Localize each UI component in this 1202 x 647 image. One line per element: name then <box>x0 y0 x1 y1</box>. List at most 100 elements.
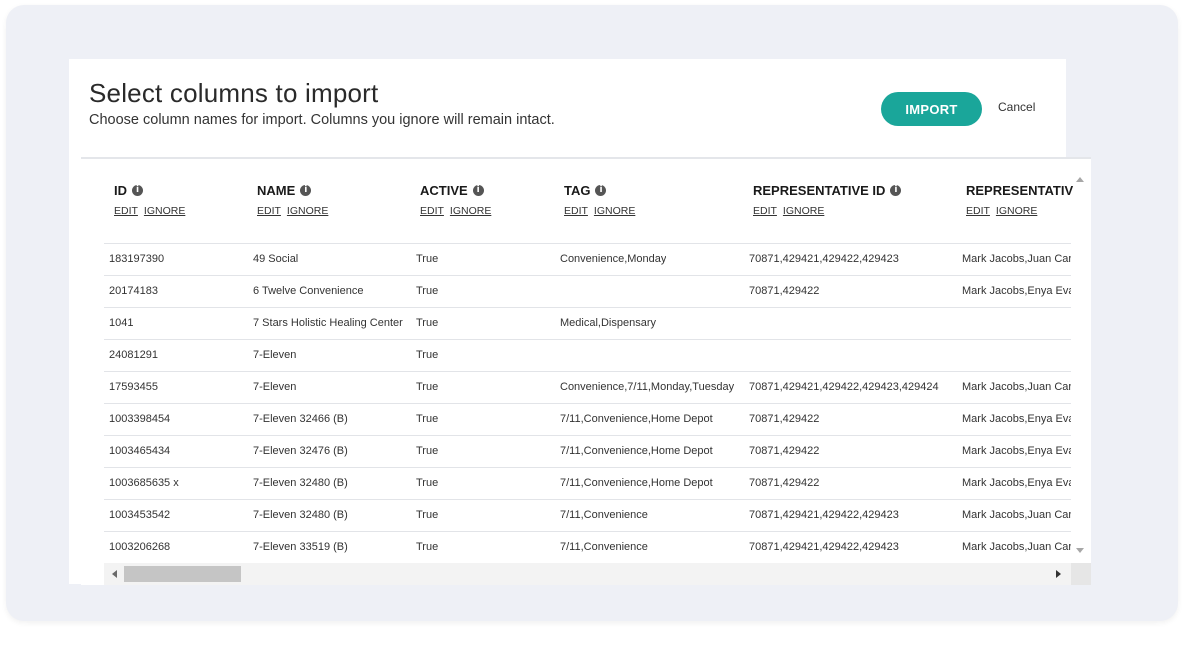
column-header-title: ACTIVE i <box>420 181 497 199</box>
table-cell: 70871,429421,429422,429423 <box>749 541 899 553</box>
table-cell: True <box>416 445 439 457</box>
table-cell: 17593455 <box>109 381 158 393</box>
table-row: 1003465434 7-Eleven 32476 (B) True 7/11,Con… <box>104 435 1071 467</box>
column-header-title: NAME i <box>257 181 334 199</box>
table-cell: 49 Social <box>253 253 299 265</box>
table-row: 1003206268 7-Eleven 33519 (B) True 7/11,Con… <box>104 531 1071 563</box>
column-header-label: ACTIVE <box>420 182 468 198</box>
column-header-title: TAG i <box>564 181 641 199</box>
edit-link[interactable]: EDIT <box>420 205 444 217</box>
column-actions: EDIT IGNORE <box>257 205 334 217</box>
table-cell: 70871,429422 <box>749 413 820 425</box>
column-header-label: TAG <box>564 182 591 198</box>
table-cell: 7/11,Convenience <box>560 509 648 521</box>
table-cell: True <box>416 381 439 393</box>
table-row: 1003453542 7-Eleven 32480 (B) True 7/11,Con… <box>104 499 1071 531</box>
table-cell: True <box>416 541 439 553</box>
import-button[interactable]: IMPORT <box>881 92 982 126</box>
info-icon[interactable]: i <box>890 184 902 196</box>
table-cell: True <box>416 253 439 265</box>
column-header: NAME i EDIT IGNORE <box>257 181 334 218</box>
ignore-link[interactable]: IGNORE <box>287 205 328 217</box>
info-icon[interactable]: i <box>300 184 312 196</box>
table-cell: 7-Eleven 32476 (B) <box>253 445 348 457</box>
horizontal-scrollbar[interactable] <box>104 563 1071 585</box>
table-cell: Mark Jacobs,Enya Eva <box>962 477 1071 489</box>
table-cell: 7-Eleven 32480 (B) <box>253 477 348 489</box>
table-cell: 7/11,Convenience,Home Depot <box>560 445 713 457</box>
column-header-title: REPRESENTATIV <box>966 181 1073 199</box>
table-cell: Mark Jacobs,Enya Eva <box>962 445 1071 457</box>
column-actions: EDIT IGNORE <box>114 205 191 217</box>
table-cell: 7-Eleven 33519 (B) <box>253 541 348 553</box>
column-header: REPRESENTATIVE ID i EDIT IGNORE <box>753 181 902 217</box>
table-cell: True <box>416 509 439 521</box>
scroll-right-icon[interactable] <box>1056 570 1061 578</box>
column-header-label: REPRESENTATIVE ID <box>753 182 886 198</box>
horizontal-scroll-thumb[interactable] <box>124 566 241 582</box>
column-actions: EDIT IGNORE <box>420 205 497 217</box>
ignore-link[interactable]: IGNORE <box>783 205 824 217</box>
edit-link[interactable]: EDIT <box>966 205 990 217</box>
table-cell: 1003685635 x <box>109 477 179 489</box>
cancel-link[interactable]: Cancel <box>998 100 1035 114</box>
info-icon[interactable]: i <box>132 184 143 196</box>
info-icon[interactable]: i <box>472 184 484 196</box>
table-cell: 1003206268 <box>109 541 171 553</box>
ignore-link[interactable]: IGNORE <box>144 205 185 217</box>
table-cell: 7-Eleven 32480 (B) <box>253 509 348 521</box>
vertical-scrollbar[interactable] <box>1071 171 1091 563</box>
table-cell: 7/11,Convenience,Home Depot <box>560 413 713 425</box>
column-actions: EDIT IGNORE <box>564 205 641 217</box>
table-cell: True <box>416 349 439 361</box>
table-row: 17593455 7-Eleven True Convenience,7/11,Mon… <box>104 371 1071 403</box>
table-row: 20174183 6 Twelve Convenience True 70871,42… <box>104 275 1071 307</box>
columns-table: ID i EDIT IGNORE NAME i EDIT IGNORE ACTIVE i EDIT I… <box>81 159 1091 585</box>
table-cell: True <box>416 413 439 425</box>
scroll-up-icon[interactable] <box>1076 177 1084 182</box>
ignore-link[interactable]: IGNORE <box>996 205 1037 217</box>
table-cell: 70871,429422 <box>749 445 820 457</box>
table-cell: Mark Jacobs,Juan Car <box>962 509 1071 521</box>
table-cell: True <box>416 285 439 297</box>
table-cell: 183197390 <box>109 253 165 265</box>
table-cell: 7/11,Convenience <box>560 541 648 553</box>
column-actions: EDIT IGNORE <box>753 205 901 217</box>
edit-link[interactable]: EDIT <box>753 205 777 217</box>
column-actions: EDIT IGNORE <box>966 205 1073 217</box>
column-header-label: ID <box>114 182 127 198</box>
edit-link[interactable]: EDIT <box>564 205 588 217</box>
ignore-link[interactable]: IGNORE <box>594 205 635 217</box>
table-cell: 24081291 <box>109 349 158 361</box>
scroll-down-icon[interactable] <box>1076 548 1084 553</box>
dialog-title: Select columns to import <box>89 78 379 108</box>
table-cell: 6 Twelve Convenience <box>253 285 364 297</box>
column-header-title: ID i <box>114 181 191 199</box>
table-cell: 1003453542 <box>109 509 171 521</box>
table-cell: Mark Jacobs,Juan Car <box>962 253 1071 265</box>
table-cell: True <box>416 477 439 489</box>
table-cell: Medical,Dispensary <box>560 317 656 329</box>
column-header: TAG i EDIT IGNORE <box>564 181 641 218</box>
table-cell: Convenience,Monday <box>560 253 667 265</box>
edit-link[interactable]: EDIT <box>257 205 281 217</box>
table-cell: 7-Eleven <box>253 381 297 393</box>
table-cell: Mark Jacobs,Enya Eva <box>962 413 1071 425</box>
table-cell: 7/11,Convenience,Home Depot <box>560 477 713 489</box>
dialog-subtitle: Choose column names for import. Columns … <box>89 112 555 128</box>
table-cell: Mark Jacobs,Juan Car <box>962 541 1071 553</box>
edit-link[interactable]: EDIT <box>114 205 138 217</box>
table-cell: 70871,429422 <box>749 285 820 297</box>
table-row: 24081291 7-Eleven True <box>104 339 1071 371</box>
info-icon[interactable]: i <box>595 184 607 196</box>
table-row: 183197390 49 Social True Convenience,Monday… <box>104 243 1071 275</box>
ignore-link[interactable]: IGNORE <box>450 205 491 217</box>
table-cell: 20174183 <box>109 285 158 297</box>
table-cell: 70871,429421,429422,429423,429424 <box>749 381 939 393</box>
table-cell: Convenience,7/11,Monday,Tuesday <box>560 381 735 393</box>
column-header-label: REPRESENTATIV <box>966 182 1074 198</box>
table-cell: 1003465434 <box>109 445 171 457</box>
scroll-left-icon[interactable] <box>112 570 117 578</box>
table-cell: True <box>416 317 439 329</box>
table-cell: 1003398454 <box>109 413 171 425</box>
